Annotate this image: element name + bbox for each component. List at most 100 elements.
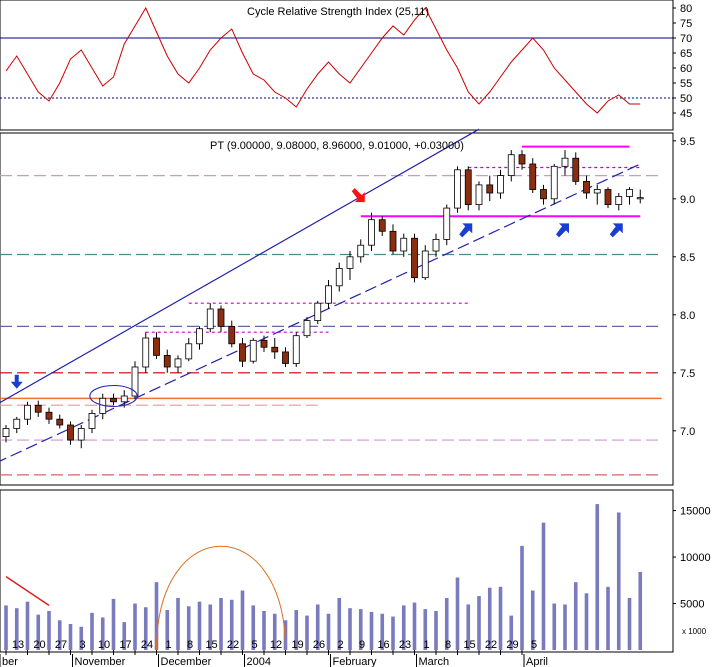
x-tick-label: 27	[55, 639, 67, 651]
candle-body	[24, 404, 31, 420]
candle-body	[497, 175, 504, 194]
x-tick-label: 9	[359, 639, 365, 651]
candle-body	[271, 346, 279, 353]
candle-body	[228, 325, 236, 345]
volume-bar	[262, 610, 266, 650]
volume-bar	[595, 504, 600, 650]
indicator-tick-label: 60	[680, 63, 692, 75]
candle-body	[454, 169, 461, 209]
indicator-tick-label: 65	[680, 48, 692, 60]
volume-bar	[68, 623, 73, 650]
volume-tick-label: 10000	[680, 552, 711, 564]
candle-body	[421, 250, 429, 279]
x-tick-label: 3	[79, 639, 85, 651]
volume-bar	[197, 601, 202, 650]
x-tick-label: 20	[33, 639, 45, 651]
candle	[443, 204, 451, 246]
x-tick-label: 17	[119, 639, 131, 651]
candle-body	[45, 411, 53, 420]
candle	[604, 187, 612, 209]
indicator-title: Cycle Relative Strength Index (25,11)	[247, 6, 429, 18]
volume-bar	[434, 610, 438, 650]
volume-bar	[305, 615, 309, 650]
volume-bar	[477, 596, 481, 650]
candle-body	[357, 244, 365, 258]
candle	[314, 300, 322, 325]
x-tick-label: 26	[313, 639, 325, 651]
candle-body	[583, 180, 590, 194]
volume-bar	[563, 604, 567, 650]
candle-body	[292, 335, 300, 364]
volume-unit-label: x 1000	[682, 627, 707, 636]
x-tick-label: 15	[463, 639, 475, 651]
volume-bar	[455, 577, 460, 650]
volume-bar	[133, 603, 137, 650]
price-tick-label: 7.5	[680, 368, 695, 380]
indicator-tick-label: 50	[680, 93, 692, 105]
indicator-tick-label: 55	[680, 78, 692, 90]
x-tick-label: 2	[337, 639, 343, 651]
month-label: 2004	[247, 656, 271, 667]
month-label: March	[419, 656, 450, 667]
month-label: ber	[2, 656, 18, 667]
candle-body	[34, 404, 42, 413]
volume-bar	[391, 616, 395, 650]
x-tick-label: 5	[251, 639, 257, 651]
candle-body	[550, 165, 558, 200]
candle-body	[615, 196, 623, 205]
candle-body	[110, 397, 117, 403]
candle-body	[174, 358, 182, 368]
volume-bar	[412, 602, 417, 650]
x-tick-label: 8	[445, 639, 451, 651]
candle-body	[249, 339, 257, 362]
x-tick-label: 1	[165, 639, 171, 651]
stock-chart: 4550556065707580 Cycle Relative Strength…	[0, 0, 723, 667]
x-tick-label: 22	[227, 639, 239, 651]
volume-bar	[606, 586, 610, 650]
candle-body	[260, 339, 268, 348]
candle-body	[368, 219, 375, 246]
candle-body	[346, 256, 354, 269]
candle-body	[217, 308, 225, 327]
x-tick-label: 5	[531, 639, 537, 651]
candle-body	[325, 285, 332, 304]
month-label: November	[75, 656, 126, 667]
candle-body	[411, 237, 418, 279]
candle-body	[400, 237, 408, 252]
candle-body	[196, 328, 203, 345]
candle-body	[636, 197, 644, 200]
volume-bar	[25, 601, 30, 650]
volume-bar	[584, 593, 589, 650]
x-tick-label: 10	[98, 639, 110, 651]
x-tick-label: 24	[141, 639, 153, 651]
price-title: PT (9.00000, 9.08000, 8.96000, 9.01000, …	[210, 140, 464, 152]
volume-bar	[616, 512, 621, 650]
x-tick-label: 29	[506, 639, 518, 651]
candle-body	[56, 418, 64, 426]
x-tick-label: 23	[399, 639, 411, 651]
candle-body	[529, 163, 537, 190]
month-label: December	[161, 656, 212, 667]
price-tick-label: 9.5	[680, 136, 695, 148]
candle-body	[475, 184, 483, 206]
price-tick-label: 8.0	[680, 310, 695, 322]
candle-body	[88, 412, 96, 429]
candle-body	[486, 184, 494, 194]
x-tick-label: 15	[205, 639, 217, 651]
candle-body	[604, 189, 612, 206]
candle-body	[120, 395, 128, 403]
indicator-tick-label: 70	[680, 33, 692, 45]
indicator-tick-label: 45	[680, 108, 692, 120]
volume-tick-label: 15000	[680, 506, 711, 518]
candle-body	[163, 354, 171, 368]
candle-body	[153, 337, 160, 356]
price-tick-label: 9.0	[680, 194, 695, 206]
candle	[550, 164, 558, 205]
x-tick-label: 13	[12, 639, 24, 651]
candle-body	[314, 302, 322, 322]
candle-body	[206, 308, 214, 330]
candle-body	[432, 238, 440, 252]
candle-body	[239, 343, 246, 362]
candle-body	[142, 337, 150, 368]
price-tick-label: 7.0	[680, 426, 695, 438]
